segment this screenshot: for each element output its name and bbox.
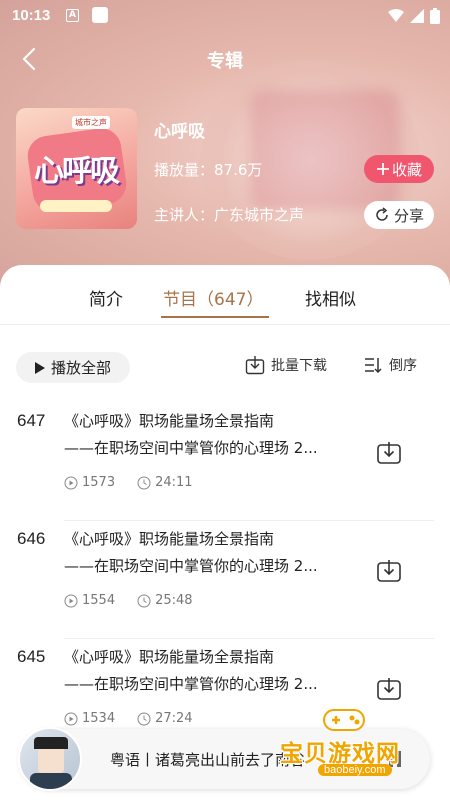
share-icon [376,207,388,221]
sort-button[interactable]: 倒序 [363,355,417,375]
play-count-icon [64,476,78,489]
download-icon[interactable] [376,675,402,701]
play-count-value: 1534 [82,711,116,726]
watermark: 宝贝游戏网 baobeiy.com [270,700,440,785]
episode-meta: 1534 27:24 [64,711,215,726]
episode-title: 《心呼吸》职场能量场全景指南 [64,648,275,666]
gamepad-icon [323,709,365,731]
play-count-icon [64,594,78,607]
favorite-button[interactable]: 收藏 [364,155,434,183]
album-cover: 城市之声 心呼吸 [16,108,137,229]
episode-meta: 1573 24:11 [64,475,215,490]
tab-similar[interactable]: 找相似 [305,285,356,310]
duration-value: 27:24 [155,711,193,726]
title-bar: 专辑 [0,38,450,78]
cover-banner [40,200,112,212]
plus-icon [376,163,389,175]
episode-title: 《心呼吸》职场能量场全景指南 [64,412,275,430]
favorite-label: 收藏 [391,160,422,179]
duration-value: 25:48 [155,593,193,608]
episode-subtitle: ——在职场空间中掌管你的心理场 2... [64,675,318,693]
play-icon [34,361,45,374]
play-count-value: 1573 [82,475,116,490]
batch-download-button[interactable]: 批量下载 [245,355,327,375]
clock-icon [137,594,151,607]
sort-label: 倒序 [389,358,417,374]
episode-number: 645 [17,647,46,666]
clock-icon [137,712,151,725]
episode-play-count: 1534 [64,711,115,726]
batch-download-label: 批量下载 [271,358,327,374]
episode-meta: 1554 25:48 [64,593,215,608]
episode-title: 《心呼吸》职场能量场全景指南 [64,530,275,548]
album-name: 心呼吸 [154,122,205,142]
player-cover-avatar[interactable] [18,727,82,791]
active-tab-indicator [161,316,269,318]
episode-number: 647 [17,411,46,430]
clock-icon [137,476,151,489]
battery-icon [430,8,440,24]
cover-title-art: 心呼吸 [34,154,120,189]
share-label: 分享 [393,206,424,225]
episode-number: 646 [17,529,46,548]
page-title: 专辑 [207,51,243,72]
play-all-button[interactable]: 播放全部 [16,352,130,383]
sort-icon [365,358,382,374]
watermark-url: baobeiy.com [318,764,392,776]
avatar-hair [34,737,68,749]
episode-item[interactable]: 646 《心呼吸》职场能量场全景指南 ——在职场空间中掌管你的心理场 2... … [0,521,450,639]
avatar-body [30,773,72,789]
episode-play-count: 1573 [64,475,115,490]
episode-duration: 24:11 [137,475,193,490]
download-icon[interactable] [376,439,402,465]
notification-square-icon [92,7,108,23]
signal-icon [410,9,424,23]
episode-subtitle: ——在职场空间中掌管你的心理场 2... [64,557,318,575]
play-all-label: 播放全部 [50,359,111,377]
album-play-count: 播放量：87.6万 [154,161,263,179]
batch-download-icon [245,356,265,375]
download-icon[interactable] [376,557,402,583]
tab-bar: 简介 节目（647） 找相似 [0,265,450,325]
tab-episodes[interactable]: 节目（647） [163,285,263,310]
episode-duration: 27:24 [137,711,193,726]
episode-duration: 25:48 [137,593,193,608]
play-count-icon [64,712,78,725]
list-actions: 播放全部 批量下载 倒序 [0,347,450,383]
status-bar: 10:13 A [0,0,450,32]
album-speaker: 主讲人：广东城市之声 [154,206,305,224]
duration-value: 24:11 [155,475,193,490]
tab-intro[interactable]: 简介 [89,285,123,310]
watermark-text: 宝贝游戏网 [280,741,400,767]
episode-item[interactable]: 647 《心呼吸》职场能量场全景指南 ——在职场空间中掌管你的心理场 2... … [0,403,450,521]
episode-subtitle: ——在职场空间中掌管你的心理场 2... [64,439,318,457]
wifi-icon [388,9,404,22]
share-button[interactable]: 分享 [364,201,434,229]
status-time: 10:13 [12,7,51,24]
system-icons [388,8,440,24]
episode-play-count: 1554 [64,593,115,608]
notification-a-icon: A [66,9,79,22]
play-count-value: 1554 [82,593,116,608]
cover-logo: 城市之声 [72,116,110,129]
